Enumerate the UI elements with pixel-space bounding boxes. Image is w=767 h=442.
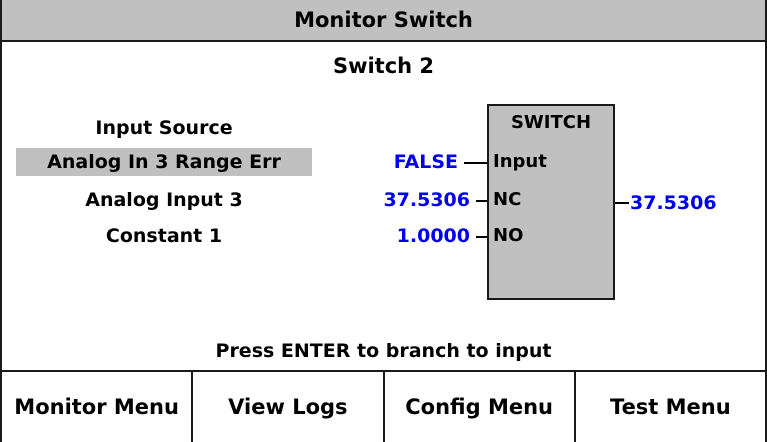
config-menu-button[interactable]: Config Menu bbox=[384, 372, 576, 442]
nc-value: 37.5306 bbox=[383, 189, 470, 211]
view-logs-button[interactable]: View Logs bbox=[193, 372, 385, 442]
nc-wire bbox=[476, 200, 487, 202]
input-item-analog-in-3-range-err[interactable]: Analog In 3 Range Err bbox=[16, 148, 312, 176]
output-value: 37.5306 bbox=[630, 192, 717, 214]
port-input-label: Input bbox=[493, 151, 547, 172]
monitor-screen: Monitor Switch Switch 2 Input Source Ana… bbox=[0, 0, 767, 442]
footer-hint: Press ENTER to branch to input bbox=[215, 340, 552, 362]
port-no-label: NO bbox=[493, 225, 524, 246]
switch-block-title: SWITCH bbox=[510, 112, 592, 133]
input-item-constant-1[interactable]: Constant 1 bbox=[16, 222, 312, 250]
test-menu-button[interactable]: Test Menu bbox=[575, 372, 765, 442]
input-source-header: Input Source bbox=[95, 117, 233, 139]
window-title: Monitor Switch bbox=[2, 0, 765, 42]
input-item-analog-input-3[interactable]: Analog Input 3 bbox=[16, 186, 312, 214]
switch-block: SWITCH Input NC NO bbox=[487, 104, 615, 300]
no-value: 1.0000 bbox=[396, 225, 470, 247]
output-wire bbox=[615, 202, 629, 204]
no-wire bbox=[476, 236, 487, 238]
monitor-menu-button[interactable]: Monitor Menu bbox=[2, 372, 194, 442]
softkey-menu-bar: Monitor Menu View Logs Config Menu Test … bbox=[2, 370, 765, 442]
input-wire bbox=[464, 162, 487, 164]
input-value-false: FALSE bbox=[393, 151, 458, 173]
block-name: Switch 2 bbox=[332, 54, 435, 78]
port-nc-label: NC bbox=[493, 189, 522, 210]
